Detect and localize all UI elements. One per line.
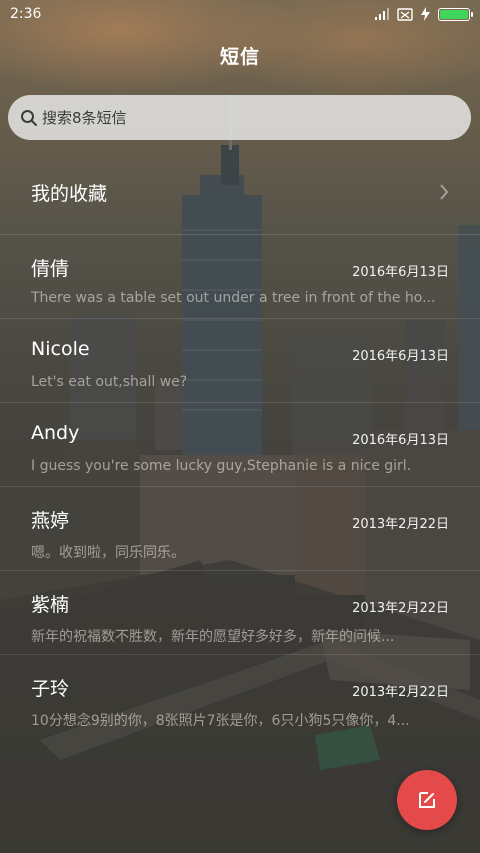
compose-icon [419,792,435,808]
conversation-list: 我的收藏 倩倩 2016年6月13日 There was a table set… [0,150,480,739]
conversation-item[interactable]: Andy 2016年6月13日 I guess you're some luck… [0,403,480,487]
chevron-right-icon [440,184,449,200]
message-date: 2016年6月13日 [352,265,449,280]
conversation-item[interactable]: 紫楠 2013年2月22日 新年的祝福数不胜数，新年的愿望好多好多，新年的问候.… [0,571,480,655]
message-date: 2013年2月22日 [352,685,449,700]
search-placeholder: 搜索8条短信 [42,109,127,127]
battery-icon [438,7,473,21]
compose-button[interactable] [397,770,457,830]
battery-level [440,9,468,19]
conversation-item[interactable]: 倩倩 2016年6月13日 There was a table set out … [0,235,480,319]
conversation-item[interactable]: 燕婷 2013年2月22日 嗯。收到啦，同乐同乐。 [0,487,480,571]
message-date: 2013年2月22日 [352,517,449,532]
contact-name: 倩倩 [31,258,70,280]
conversation-item[interactable]: 子玲 2013年2月22日 10分想念9别的你，8张照片7张是你，6只小狗5只像… [0,655,480,739]
no-sim-icon [397,7,413,21]
contact-name: Nicole [31,338,90,360]
charging-icon [421,7,430,21]
message-preview: There was a table set out under a tree i… [31,290,436,306]
message-preview: Let's eat out,shall we? [31,374,188,390]
contact-name: Andy [31,422,80,444]
favorites-label: 我的收藏 [31,182,108,205]
message-date: 2016年6月13日 [352,433,449,448]
contact-name: 燕婷 [31,510,70,532]
search-icon [21,109,37,126]
message-date: 2016年6月13日 [352,349,449,364]
message-date: 2013年2月22日 [352,601,449,616]
signal-icon [375,8,389,20]
status-bar: 2:36 [0,0,480,28]
contact-name: 紫楠 [31,594,70,616]
conversation-item[interactable]: Nicole 2016年6月13日 Let's eat out,shall we… [0,319,480,403]
message-preview: 10分想念9别的你，8张照片7张是你，6只小狗5只像你，4... [31,713,410,729]
status-time: 2:36 [10,6,42,22]
search-input[interactable]: 搜索8条短信 [8,95,471,140]
page-title: 短信 [219,46,260,68]
message-preview: 新年的祝福数不胜数，新年的愿望好多好多，新年的问候... [31,629,395,645]
favorites-row[interactable]: 我的收藏 [0,150,480,235]
message-preview: I guess you're some lucky guy,Stephanie … [31,458,412,474]
contact-name: 子玲 [31,678,70,700]
status-icons [375,7,473,21]
message-preview: 嗯。收到啦，同乐同乐。 [31,545,185,561]
